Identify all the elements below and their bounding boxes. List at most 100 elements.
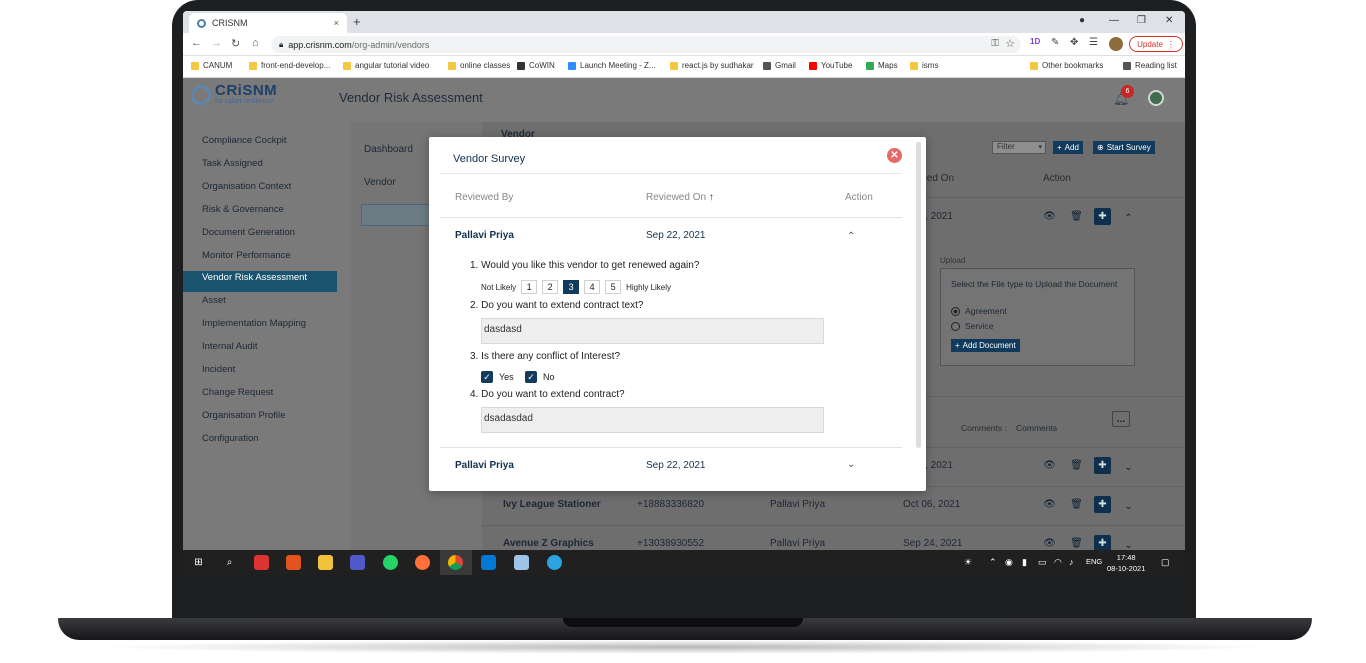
battery-icon[interactable]: ▭ (1038, 557, 1047, 568)
tray-app-icon[interactable]: ◉ (1005, 557, 1013, 568)
user-avatar[interactable] (1148, 90, 1164, 106)
address-bar[interactable]: 🔒︎ app.crisnm.com /org-admin/vendors ⚿ ☆ (271, 36, 1021, 53)
new-tab-button[interactable]: + (353, 14, 361, 29)
radio-agreement[interactable]: Agreement (951, 306, 1007, 316)
add-document-button[interactable]: + Add Document (951, 339, 1020, 352)
comment-add-icon[interactable]: ✚ (1094, 457, 1111, 474)
minimize-icon[interactable]: — (1109, 15, 1119, 26)
reading-list-icon[interactable]: ☰ (1089, 37, 1098, 48)
bookmark-item[interactable]: CoWIN (517, 61, 555, 70)
subnav-item-dashboard[interactable]: Dashboard (364, 144, 413, 155)
bookmark-item[interactable]: front-end-develop... (249, 61, 330, 70)
comment-add-icon[interactable]: ✚ (1094, 496, 1111, 513)
app-icon[interactable] (254, 555, 269, 570)
usb-icon[interactable]: ▮ (1022, 557, 1027, 568)
view-eye-icon[interactable]: 👁︎ (1041, 208, 1058, 225)
sidebar-item-change-request[interactable]: Change Request (202, 387, 273, 398)
chrome-icon[interactable] (448, 555, 463, 570)
browser-tab[interactable]: CRISNM × (189, 13, 347, 33)
filter-select[interactable]: Filter ▾ (992, 141, 1046, 154)
chevron-up-icon[interactable]: ⌃ (847, 231, 855, 242)
answer-2-field[interactable]: dasdasd (481, 318, 824, 344)
view-eye-icon[interactable]: 👁︎ (1041, 496, 1058, 513)
bookmark-item[interactable]: react.js by sudhakar (670, 61, 754, 70)
bookmark-item[interactable]: isms (910, 61, 938, 70)
modal-scrollbar[interactable] (916, 142, 921, 448)
firefox-icon[interactable] (415, 555, 430, 570)
app-icon[interactable] (547, 555, 562, 570)
sidebar-item-monitor-performance[interactable]: Monitor Performance (202, 250, 291, 261)
maximize-icon[interactable]: ❐ (1137, 15, 1146, 26)
bookmark-item[interactable]: Reading list (1123, 61, 1177, 70)
scale-option-2[interactable]: 2 (542, 280, 559, 294)
volume-icon[interactable]: ♪ (1069, 557, 1074, 567)
profile-avatar-icon[interactable] (1109, 37, 1123, 51)
chevron-up-icon[interactable]: ⌃ (1120, 210, 1137, 227)
file-explorer-icon[interactable] (318, 555, 333, 570)
bookmark-item[interactable]: Launch Meeting - Z... (568, 61, 656, 70)
sidebar-item-vendor-risk-assessment[interactable]: Vendor Risk Assessment (202, 272, 307, 283)
profile-dot-icon[interactable]: ● (1079, 15, 1085, 26)
sidebar-item-compliance-cockpit[interactable]: Compliance Cockpit (202, 135, 286, 146)
bookmark-item[interactable]: YouTube (809, 61, 852, 70)
tray-chevron-up-icon[interactable]: ⌃ (989, 557, 997, 568)
answer-4-field[interactable]: dsadasdad (481, 407, 824, 433)
back-arrow-icon[interactable]: ← (191, 37, 202, 49)
chevron-down-icon[interactable]: ⌄ (847, 459, 855, 470)
scale-option-5[interactable]: 5 (605, 280, 622, 294)
notes-icon[interactable] (514, 555, 529, 570)
radio-service[interactable]: Service (951, 321, 993, 331)
forward-arrow-icon[interactable]: → (211, 37, 222, 49)
add-button[interactable]: + Add (1053, 141, 1083, 154)
comment-add-icon[interactable]: ✚ (1094, 208, 1111, 225)
sidebar-item-implementation-mapping[interactable]: Implementation Mapping (202, 318, 306, 329)
home-icon[interactable]: ⌂ (252, 37, 259, 49)
sidebar-item-asset[interactable]: Asset (202, 295, 226, 306)
window-close-icon[interactable]: ✕ (1165, 15, 1173, 26)
vscode-icon[interactable] (481, 555, 496, 570)
weather-icon[interactable]: ☀︎ (964, 557, 972, 568)
scale-option-4[interactable]: 4 (584, 280, 601, 294)
key-icon[interactable]: ⚿ (991, 38, 999, 49)
checkbox-no[interactable]: ✓ No (525, 371, 555, 383)
sidebar-item-task-assigned[interactable]: Task Assigned (202, 158, 263, 169)
bookmark-item[interactable]: Gmail (763, 61, 796, 70)
close-icon[interactable]: ✕ (887, 148, 902, 163)
scale-option-1[interactable]: 1 (521, 280, 538, 294)
delete-trash-icon[interactable]: 🗑︎ (1068, 496, 1085, 513)
sidebar-item-organisation-context[interactable]: Organisation Context (202, 181, 291, 192)
view-eye-icon[interactable]: 👁︎ (1041, 457, 1058, 474)
language-indicator[interactable]: ENG (1086, 557, 1102, 566)
bookmark-star-icon[interactable]: ☆ (1005, 37, 1015, 50)
sidebar-item-internal-audit[interactable]: Internal Audit (202, 341, 257, 352)
reload-icon[interactable]: ↻ (231, 37, 240, 50)
bookmark-item[interactable]: online classes (448, 61, 510, 70)
whatsapp-icon[interactable] (383, 555, 398, 570)
wifi-icon[interactable]: ◠ (1054, 557, 1062, 568)
crisnm-logo[interactable]: CRiSNM for cyber resilience (191, 83, 277, 105)
delete-trash-icon[interactable]: 🗑︎ (1068, 208, 1085, 225)
sidebar-item-document-generation[interactable]: Document Generation (202, 227, 295, 238)
bookmark-item[interactable]: Other bookmarks (1030, 61, 1103, 70)
sidebar-item-organisation-profile[interactable]: Organisation Profile (202, 410, 285, 421)
system-clock[interactable]: 17:48 08-10-2021 (1107, 552, 1145, 574)
tab-close-icon[interactable]: × (334, 18, 339, 28)
update-button[interactable]: Update ⋮ (1129, 36, 1183, 52)
sidebar-item-risk-governance[interactable]: Risk & Governance (202, 204, 284, 215)
start-survey-button[interactable]: ⊕ Start Survey (1093, 141, 1155, 154)
bookmark-item[interactable]: angular tutorial video (343, 61, 429, 70)
extension-pen-icon[interactable]: ✎ (1051, 37, 1059, 48)
header-reviewed-on[interactable]: Reviewed On ↑ (646, 192, 714, 203)
chevron-down-icon[interactable]: ⌄ (1120, 459, 1137, 476)
sidebar-item-configuration[interactable]: Configuration (202, 433, 259, 444)
bookmark-item[interactable]: Maps (866, 61, 898, 70)
teams-icon[interactable] (350, 555, 365, 570)
scale-option-3[interactable]: 3 (563, 280, 580, 294)
bookmark-item[interactable]: CANUM (191, 61, 232, 70)
extensions-puzzle-icon[interactable]: ✥ (1070, 37, 1078, 48)
sidebar-item-incident[interactable]: Incident (202, 364, 235, 375)
office-icon[interactable] (286, 555, 301, 570)
more-options-icon[interactable]: ... (1112, 411, 1130, 427)
checkbox-yes[interactable]: ✓ Yes (481, 371, 514, 383)
chevron-down-icon[interactable]: ⌄ (1120, 498, 1137, 515)
